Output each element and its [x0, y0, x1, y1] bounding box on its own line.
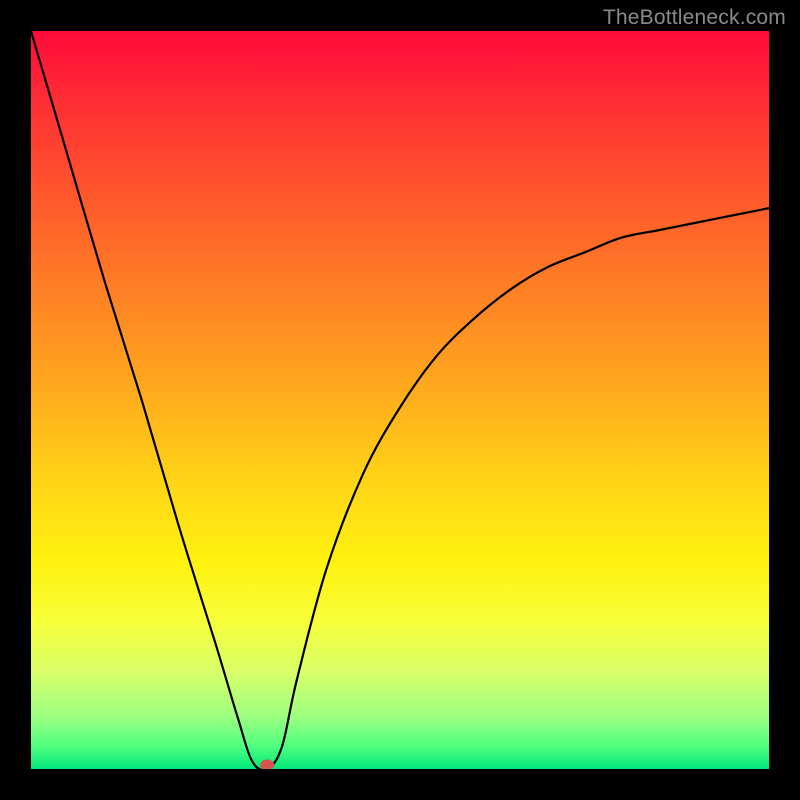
minimum-marker	[260, 760, 274, 770]
chart-frame: TheBottleneck.com	[0, 0, 800, 800]
plot-area	[31, 31, 769, 769]
watermark-text: TheBottleneck.com	[603, 6, 786, 30]
curve-svg	[31, 31, 769, 769]
bottleneck-curve	[31, 31, 769, 769]
